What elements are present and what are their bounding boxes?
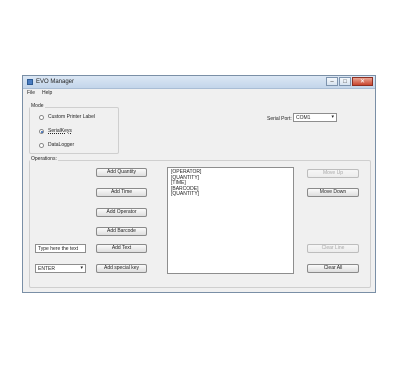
- menu-bar: File Help: [23, 89, 375, 97]
- menu-file[interactable]: File: [27, 90, 35, 96]
- add-quantity-button[interactable]: Add Quantity: [96, 168, 147, 177]
- maximize-icon[interactable]: □: [339, 77, 351, 86]
- radio-label: SerialKeys: [48, 128, 72, 134]
- radio-label: Custom Printer Label: [48, 114, 95, 120]
- menu-help[interactable]: Help: [42, 90, 52, 96]
- operations-label: Operations:: [30, 156, 58, 162]
- special-key-value: ENTER: [38, 266, 55, 272]
- clear-line-button[interactable]: Clear Line: [307, 244, 359, 253]
- mode-label: Mode: [30, 103, 45, 109]
- radio-button[interactable]: [39, 115, 44, 120]
- radio-label: DataLogger: [48, 142, 75, 148]
- text-input[interactable]: Type here the text: [35, 244, 86, 253]
- serial-port-value: COM1: [296, 115, 311, 121]
- move-down-button[interactable]: Move Down: [307, 188, 359, 197]
- minimize-icon[interactable]: –: [326, 77, 338, 86]
- radio-button[interactable]: [39, 143, 44, 148]
- operations-list[interactable]: [OPERATOR] [QUANTITY] [TIME] [BARCODE] […: [167, 167, 294, 274]
- special-key-select[interactable]: ENTER ▾: [35, 264, 86, 273]
- radio-button-selected[interactable]: [39, 129, 44, 134]
- chevron-down-icon: ▾: [80, 265, 83, 271]
- add-barcode-button[interactable]: Add Barcode: [96, 227, 147, 236]
- clear-all-button[interactable]: Clear All: [307, 264, 359, 273]
- app-window: EVO Manager – □ ✕ File Help Mode Custom …: [22, 75, 376, 293]
- app-icon: [27, 79, 33, 85]
- window-title: EVO Manager: [36, 79, 75, 85]
- title-bar: EVO Manager – □ ✕: [23, 76, 375, 89]
- list-item[interactable]: [QUANTITY]: [168, 191, 293, 198]
- chevron-down-icon: ▾: [331, 114, 334, 120]
- add-special-key-button[interactable]: Add special key: [96, 264, 147, 273]
- close-icon[interactable]: ✕: [352, 77, 373, 86]
- add-operator-button[interactable]: Add Operator: [96, 208, 147, 217]
- text-input-value: Type here the text: [38, 246, 79, 252]
- add-text-button[interactable]: Add Text: [96, 244, 147, 253]
- add-time-button[interactable]: Add Time: [96, 188, 147, 197]
- serial-port-select[interactable]: COM1 ▾: [293, 113, 337, 122]
- move-up-button[interactable]: Move Up: [307, 169, 359, 178]
- serial-port-label: Serial Port:: [267, 116, 292, 122]
